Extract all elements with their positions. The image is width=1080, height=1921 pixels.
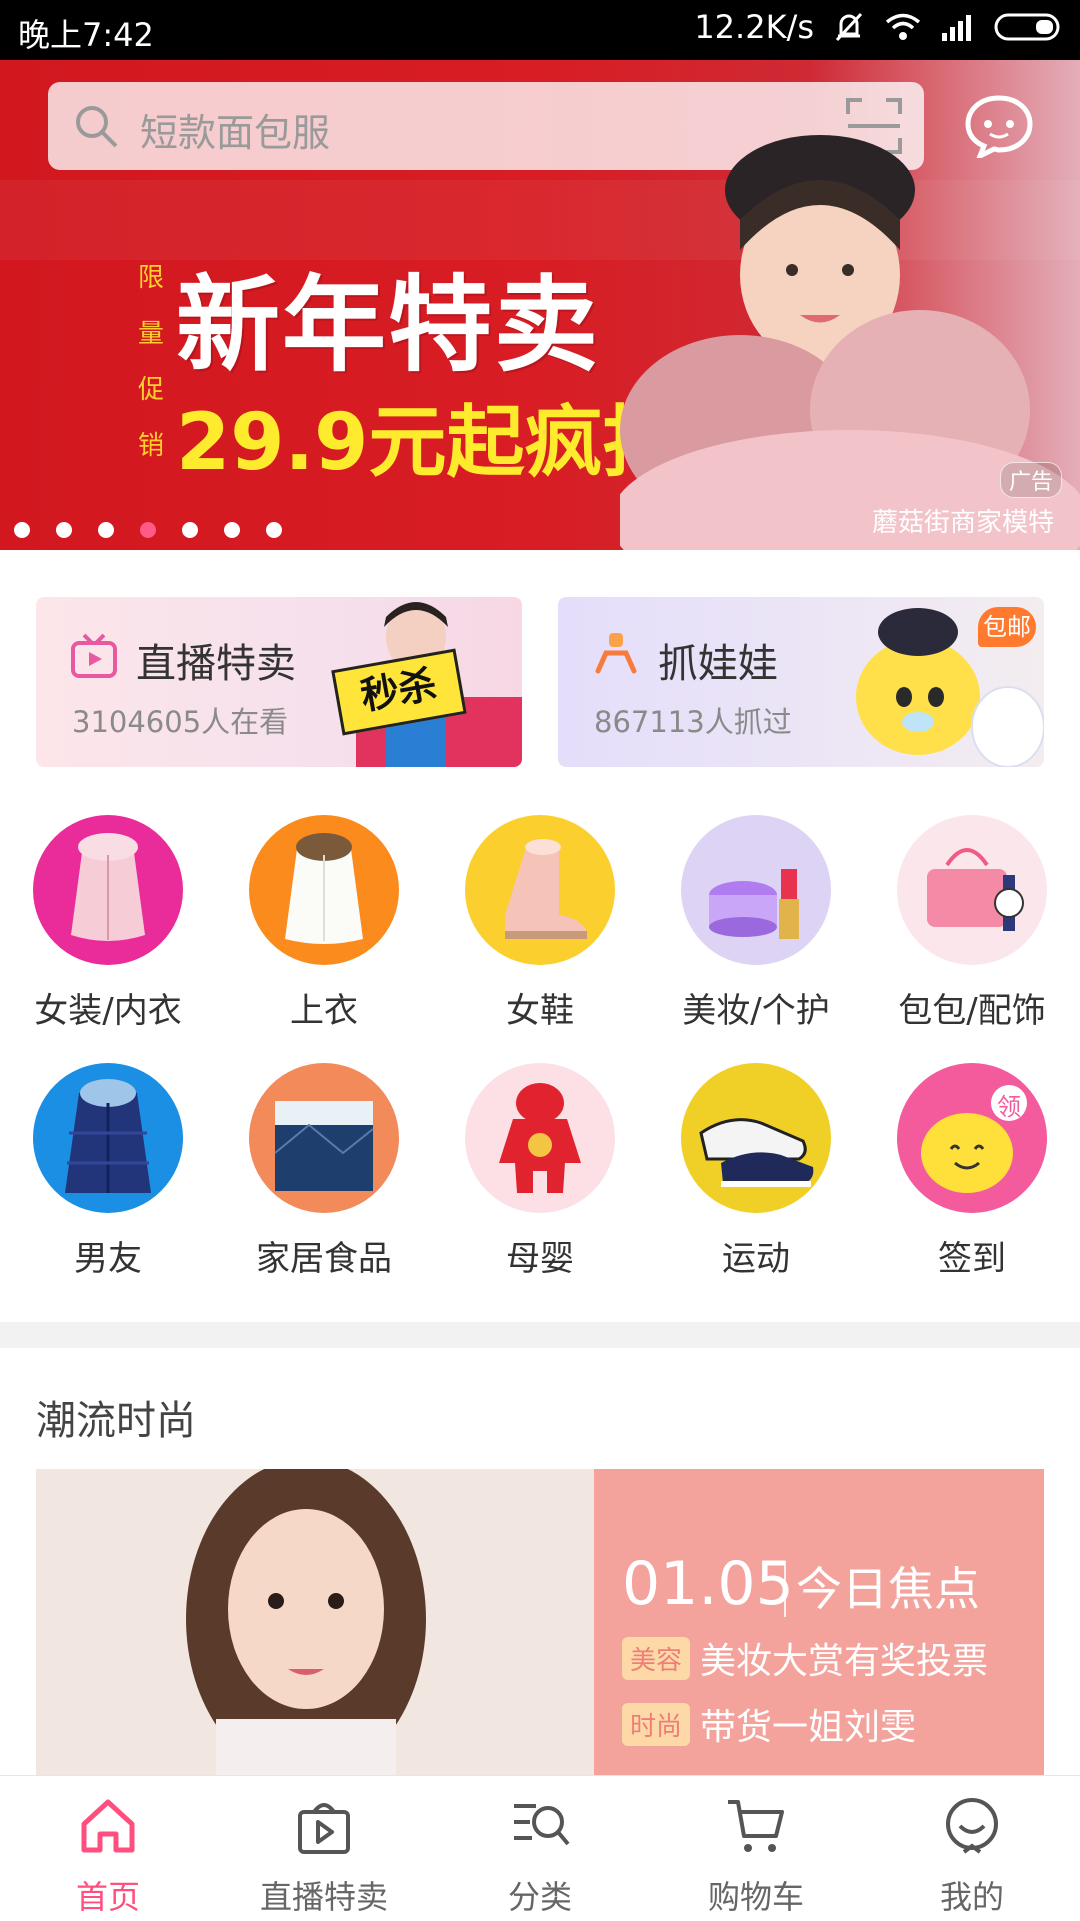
ad-tag: 广告 — [1000, 462, 1063, 498]
feature-cards: 直播特卖 3104605人在看 秒杀 抓娃娃 867113人抓过 包邮 — [36, 597, 1044, 767]
battery-icon — [994, 13, 1060, 41]
category-search-icon — [514, 1804, 570, 1846]
feature-badge: 时尚 — [622, 1702, 691, 1746]
promo-vertical-char: 促 — [137, 375, 164, 405]
feature-item-text: 带货一姐刘雯 — [700, 1707, 917, 1748]
bottom-tab-bar: 首页 直播特卖 分类 购物车 我的 — [0, 1775, 1080, 1921]
sneaker-icon — [681, 1063, 831, 1213]
promo-vertical-text: 限 量 促 销 — [134, 250, 168, 474]
promo-price: 29.9元起疯抢 — [176, 398, 681, 488]
claw-card-count: 867113人抓过 — [594, 705, 792, 739]
category-home-food[interactable]: 家居食品 — [216, 1063, 432, 1280]
category-beauty[interactable]: 美妆/个护 — [648, 815, 864, 1032]
claw-machine-card[interactable]: 抓娃娃 867113人抓过 包邮 — [558, 597, 1044, 767]
tab-cart[interactable]: 购物车 — [648, 1776, 864, 1921]
live-card-title: 直播特卖 — [136, 641, 296, 687]
cosmetics-icon — [681, 815, 831, 965]
checkin-smiley-icon: 领 — [897, 1063, 1047, 1213]
feature-badge: 美容 — [622, 1636, 691, 1680]
promo-title: 新年特卖 — [176, 264, 601, 386]
promo-vertical-char: 限 — [137, 263, 164, 293]
category-label: 母婴 — [506, 1239, 574, 1279]
tab-label: 购物车 — [707, 1878, 804, 1916]
carousel-dot[interactable] — [14, 522, 30, 538]
status-icons: 12.2K/s — [694, 8, 1066, 46]
signal-icon — [942, 15, 971, 41]
feature-item[interactable]: 美容 美妆大赏有奖投票 — [622, 1632, 988, 1684]
feature-focus-label: 今日焦点 — [796, 1562, 980, 1616]
handbag-icon — [897, 815, 1047, 965]
feature-date: 01.05 — [622, 1549, 794, 1619]
status-time: 晚上7:42 — [18, 16, 154, 54]
category-label: 签到 — [938, 1239, 1006, 1279]
carousel-dot[interactable] — [56, 522, 72, 538]
profile-smile-icon — [946, 1798, 998, 1854]
carousel-dot[interactable] — [98, 522, 114, 538]
search-icon — [76, 106, 118, 148]
category-mother-baby[interactable]: 母婴 — [432, 1063, 648, 1280]
category-label: 女装/内衣 — [34, 991, 182, 1031]
bedding-icon — [249, 1063, 399, 1213]
carousel-dot[interactable] — [266, 522, 282, 538]
trend-model-photo — [36, 1469, 594, 1775]
tab-profile[interactable]: 我的 — [864, 1776, 1080, 1921]
category-sports[interactable]: 运动 — [648, 1063, 864, 1280]
feature-item[interactable]: 时尚 带货一姐刘雯 — [622, 1698, 916, 1750]
home-icon — [81, 1799, 135, 1853]
category-label: 男友 — [74, 1239, 142, 1279]
claw-card-title: 抓娃娃 — [658, 641, 778, 687]
feature-separator — [784, 1561, 786, 1617]
cart-icon — [728, 1800, 784, 1852]
category-boyfriend[interactable]: 男友 — [0, 1063, 216, 1280]
trend-feature-card[interactable]: 01.05 今日焦点 美容 美妆大赏有奖投票 时尚 带货一姐刘雯 — [36, 1469, 1044, 1775]
checkin-tag: 领 — [997, 1093, 1021, 1121]
tab-label: 分类 — [507, 1878, 572, 1916]
search-placeholder: 短款面包服 — [140, 111, 331, 155]
tab-live-sale[interactable]: 直播特卖 — [216, 1776, 432, 1921]
category-bags[interactable]: 包包/配饰 — [864, 815, 1080, 1032]
carousel-dot[interactable] — [224, 522, 240, 538]
category-tops[interactable]: 上衣 — [216, 815, 432, 1032]
section-title: 潮流时尚 — [36, 1398, 196, 1444]
tab-category[interactable]: 分类 — [432, 1776, 648, 1921]
live-card-viewers: 3104605人在看 — [72, 705, 289, 739]
section-divider — [0, 1322, 1080, 1348]
category-label: 女鞋 — [506, 991, 574, 1031]
carousel-dots — [14, 522, 282, 538]
tab-label: 我的 — [939, 1878, 1004, 1916]
wifi-icon — [885, 13, 921, 40]
mute-bell-icon — [835, 12, 863, 42]
status-bar: 晚上7:42 12.2K/s — [0, 0, 1080, 60]
category-label: 包包/配饰 — [898, 991, 1046, 1031]
category-checkin[interactable]: 领 签到 — [864, 1063, 1080, 1280]
banner-caption: 蘑菇街商家模特 — [872, 508, 1055, 538]
white-jacket-icon — [249, 815, 399, 965]
category-label: 美妆/个护 — [682, 991, 830, 1031]
category-label: 上衣 — [290, 991, 358, 1031]
promo-banner[interactable]: 短款面包服 限 量 促 销 新年特卖 29.9元起疯抢 广告 蘑菇街商家模特 — [0, 60, 1080, 550]
carousel-dot-active[interactable] — [140, 522, 156, 538]
pink-coat-icon — [33, 815, 183, 965]
promo-vertical-char: 量 — [137, 319, 164, 349]
category-label: 家居食品 — [256, 1239, 392, 1279]
category-label: 运动 — [722, 1239, 790, 1279]
live-bag-icon — [298, 1803, 350, 1854]
network-speed: 12.2K/s — [694, 8, 814, 46]
free-shipping-tag: 包邮 — [978, 607, 1036, 647]
promo-vertical-char: 销 — [137, 431, 164, 461]
tab-home[interactable]: 首页 — [0, 1776, 216, 1921]
carousel-dot[interactable] — [182, 522, 198, 538]
feature-item-text: 美妆大赏有奖投票 — [700, 1641, 989, 1682]
live-sale-card[interactable]: 直播特卖 3104605人在看 秒杀 — [36, 597, 522, 767]
tab-label: 直播特卖 — [259, 1878, 388, 1916]
tab-label: 首页 — [75, 1878, 140, 1916]
puffer-jacket-icon — [33, 1063, 183, 1213]
boot-icon — [465, 815, 615, 965]
claw-icon — [595, 633, 637, 674]
category-women-clothing[interactable]: 女装/内衣 — [0, 815, 216, 1032]
category-women-shoes[interactable]: 女鞋 — [432, 815, 648, 1032]
baby-suit-icon — [465, 1063, 615, 1213]
tv-icon — [71, 633, 117, 678]
